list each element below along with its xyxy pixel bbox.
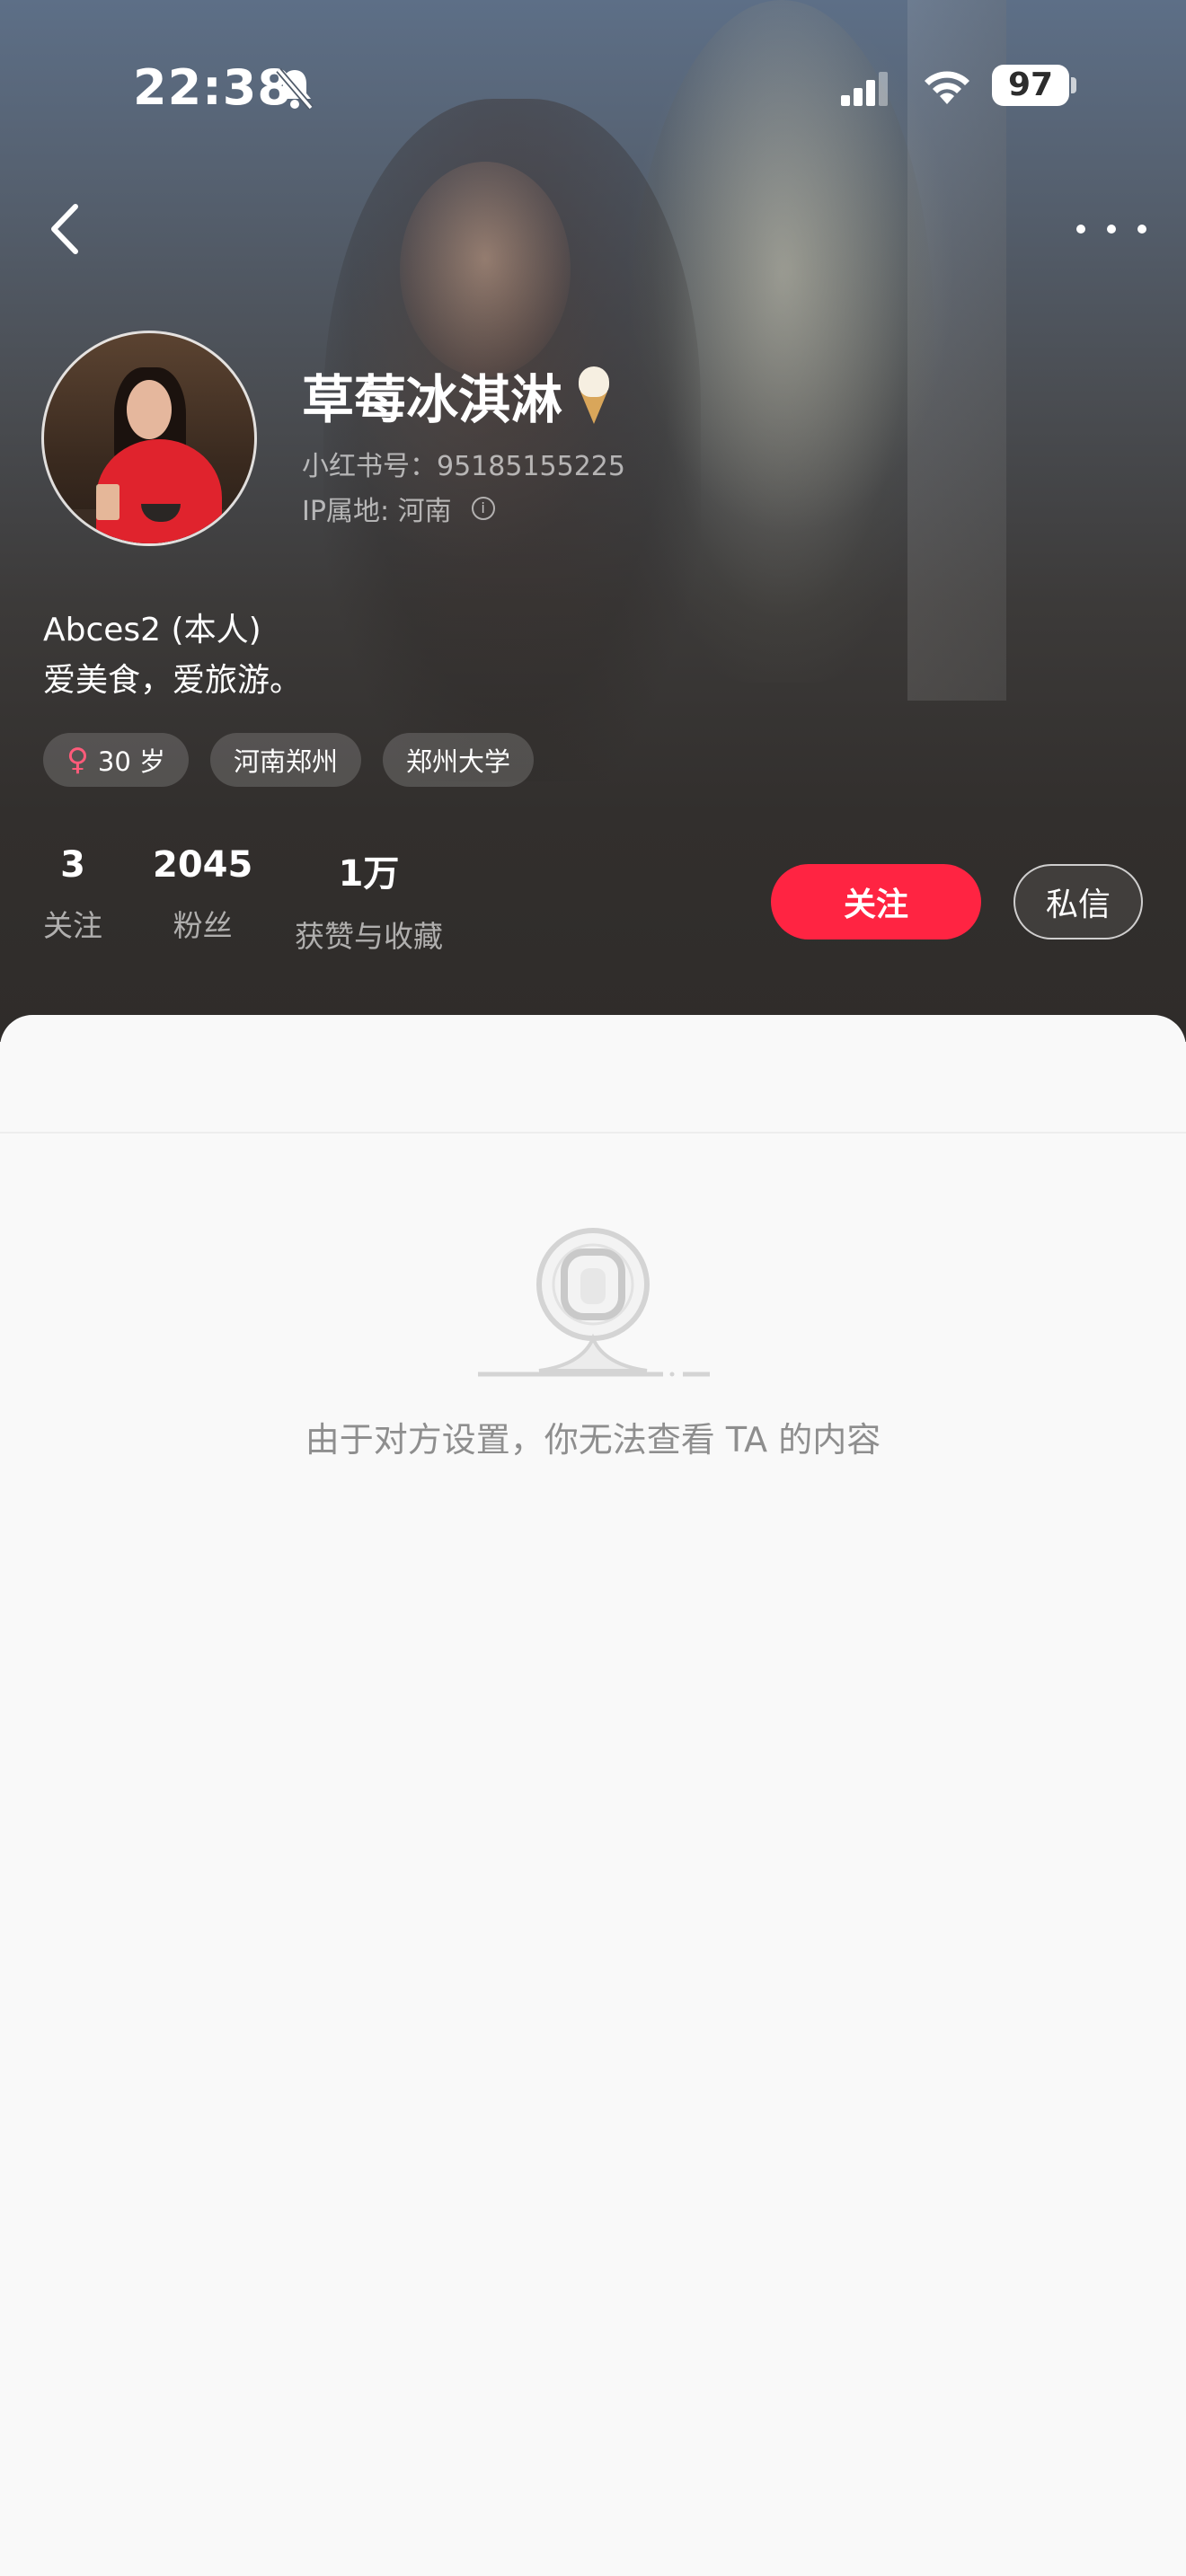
nickname-text: 草莓冰淇淋 — [302, 369, 563, 430]
signal-icon — [841, 72, 888, 106]
private-content-icon — [478, 1228, 733, 1377]
tag-age: ♀ 30 岁 — [43, 733, 190, 787]
ice-cream-icon — [575, 366, 613, 424]
ice-cream-scoop — [579, 366, 610, 397]
fans-label: 粉丝 — [173, 908, 233, 943]
avatar-face — [127, 380, 172, 439]
red-id[interactable]: 小红书号：95185155225 — [302, 444, 625, 483]
empty-content-message: 由于对方设置，你无法查看 TA 的内容 — [305, 1420, 881, 1460]
likes-count: 1万 — [338, 853, 400, 895]
bio-line-2: 爱美食，爱旅游。 — [43, 662, 303, 699]
bio-line-1: Abces2 (本人) — [43, 612, 261, 648]
stat-following[interactable]: 3 关注 — [43, 844, 102, 945]
more-icon[interactable] — [1076, 216, 1146, 243]
nickname: 草莓冰淇淋 — [302, 357, 613, 433]
tag-location: 河南郑州 — [210, 733, 362, 787]
stat-likes[interactable]: 1万 获赞与收藏 — [295, 844, 443, 956]
message-button[interactable]: 私信 — [1013, 864, 1143, 940]
battery-nub — [1071, 77, 1076, 93]
fans-count: 2045 — [153, 844, 253, 886]
chevron-left-icon[interactable] — [40, 198, 93, 260]
stat-fans[interactable]: 2045 粉丝 — [153, 844, 252, 945]
avatar[interactable] — [41, 331, 257, 546]
wifi-icon — [925, 71, 969, 104]
more-dot — [1076, 225, 1085, 234]
ip-location-text: IP属地: 河南 — [302, 496, 452, 527]
female-icon: ♀ — [66, 742, 89, 778]
status-time: 22:38 — [133, 59, 292, 116]
info-icon[interactable]: i — [471, 497, 495, 520]
follow-button[interactable]: 关注 — [771, 864, 981, 940]
tag-school-label: 郑州大学 — [406, 746, 511, 777]
more-dot — [1107, 225, 1116, 234]
tag-school: 郑州大学 — [383, 733, 535, 787]
tag-age-label: 30 岁 — [97, 746, 166, 777]
following-label: 关注 — [43, 908, 102, 943]
background-face — [400, 162, 571, 377]
content-panel: 由于对方设置，你无法查看 TA 的内容 — [0, 1015, 1186, 2576]
battery-icon: 97 — [992, 65, 1069, 106]
profile-header: 22:38 97 草莓冰淇淋 小红书号：95185155225 IP属地: 河南… — [0, 0, 1186, 1042]
avatar-cup — [96, 484, 119, 520]
following-count: 3 — [60, 844, 85, 886]
ip-location: IP属地: 河南 i — [302, 489, 495, 528]
tag-location-label: 河南郑州 — [234, 746, 339, 777]
profile-tags: ♀ 30 岁 河南郑州 郑州大学 — [43, 733, 535, 787]
tab-divider — [0, 1132, 1186, 1134]
bell-slash-icon — [276, 67, 314, 110]
more-dot — [1137, 225, 1146, 234]
likes-label: 获赞与收藏 — [295, 919, 443, 954]
